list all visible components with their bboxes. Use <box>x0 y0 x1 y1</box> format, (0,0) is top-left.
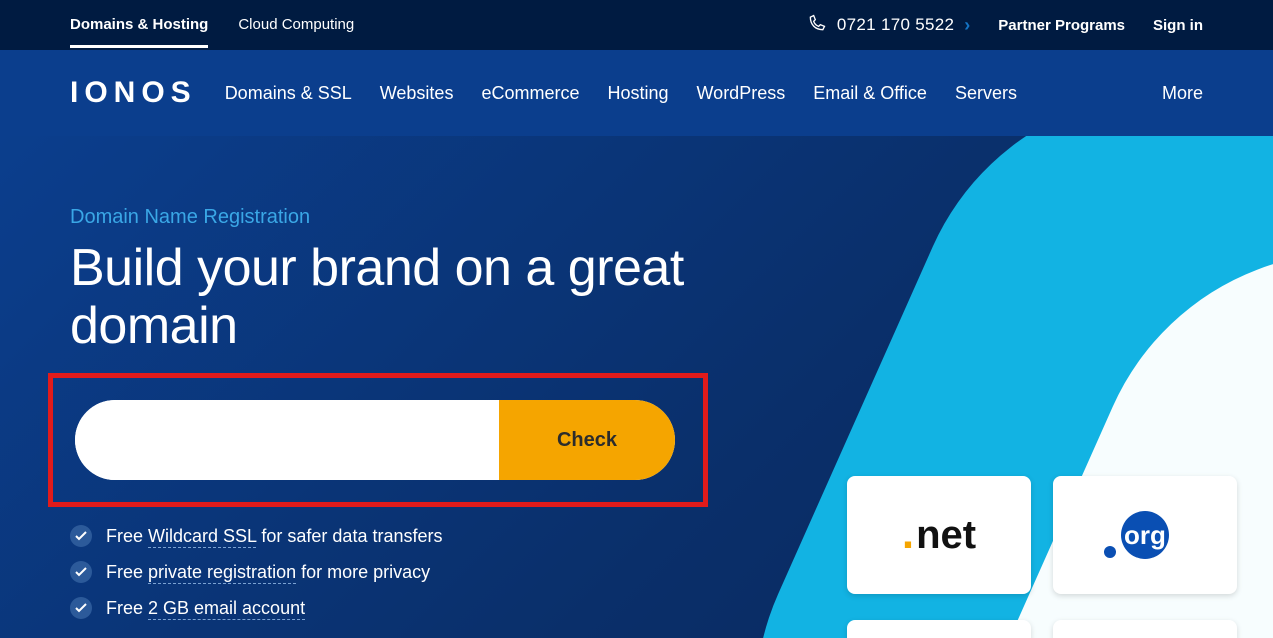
topbar-right: 0721 170 5522 › Partner Programs Sign in <box>807 13 1203 37</box>
tld-card-row: .net org <box>847 476 1237 594</box>
feature-term[interactable]: private registration <box>148 562 296 584</box>
feature-item: Free private registration for more priva… <box>70 561 830 583</box>
feature-text: Free 2 GB email account <box>106 598 305 619</box>
hero-content: Domain Name Registration Build your bran… <box>70 206 830 619</box>
tld-card-net[interactable]: .net <box>847 476 1031 594</box>
phone-number: 0721 170 5522 <box>837 15 954 35</box>
tld-net-label: .net <box>902 513 976 558</box>
annotation-highlight-box: Check <box>48 373 708 507</box>
chevron-right-icon: › <box>964 15 970 36</box>
topbar-left: Domains & Hosting Cloud Computing <box>70 2 354 48</box>
feature-list: Free Wildcard SSL for safer data transfe… <box>70 525 830 619</box>
nav-servers[interactable]: Servers <box>955 83 1017 104</box>
check-button[interactable]: Check <box>499 400 675 480</box>
logo[interactable]: IONOS <box>70 76 197 110</box>
tld-card-peek-2[interactable] <box>1053 620 1237 638</box>
domain-search-input[interactable] <box>75 400 499 480</box>
tld-card-row-2 <box>847 620 1237 638</box>
partner-programs-link[interactable]: Partner Programs <box>998 17 1125 34</box>
phone-icon <box>807 13 827 37</box>
main-nav-right: More <box>1162 83 1203 104</box>
hero-headline: Build your brand on a great domain <box>70 239 830 355</box>
feature-item: Free 2 GB email account <box>70 597 830 619</box>
main-nav-left: IONOS Domains & SSL Websites eCommerce H… <box>70 76 1017 110</box>
check-icon <box>70 525 92 547</box>
nav-wordpress[interactable]: WordPress <box>697 83 786 104</box>
tab-domains-hosting[interactable]: Domains & Hosting <box>70 2 208 48</box>
nav-domains-ssl[interactable]: Domains & SSL <box>225 83 352 104</box>
signin-link[interactable]: Sign in <box>1153 17 1203 34</box>
feature-term[interactable]: Wildcard SSL <box>148 526 256 548</box>
check-icon <box>70 597 92 619</box>
svg-text:org: org <box>1124 520 1166 550</box>
check-icon <box>70 561 92 583</box>
tld-card-org[interactable]: org <box>1053 476 1237 594</box>
tld-card-peek-1[interactable] <box>847 620 1031 638</box>
nav-ecommerce[interactable]: eCommerce <box>481 83 579 104</box>
nav-hosting[interactable]: Hosting <box>607 83 668 104</box>
feature-term[interactable]: 2 GB email account <box>148 598 305 620</box>
top-bar: Domains & Hosting Cloud Computing 0721 1… <box>0 0 1273 50</box>
tab-cloud-computing[interactable]: Cloud Computing <box>238 2 354 48</box>
feature-item: Free Wildcard SSL for safer data transfe… <box>70 525 830 547</box>
feature-text: Free Wildcard SSL for safer data transfe… <box>106 526 442 547</box>
nav-email-office[interactable]: Email & Office <box>813 83 927 104</box>
phone-link[interactable]: 0721 170 5522 › <box>807 13 970 37</box>
feature-text: Free private registration for more priva… <box>106 562 430 583</box>
domain-search: Check <box>75 400 675 480</box>
hero: Domain Name Registration Build your bran… <box>0 136 1273 638</box>
nav-websites[interactable]: Websites <box>380 83 454 104</box>
org-icon: org <box>1095 500 1195 570</box>
nav-more[interactable]: More <box>1162 83 1203 103</box>
main-nav: IONOS Domains & SSL Websites eCommerce H… <box>0 50 1273 136</box>
hero-eyebrow: Domain Name Registration <box>70 206 830 229</box>
